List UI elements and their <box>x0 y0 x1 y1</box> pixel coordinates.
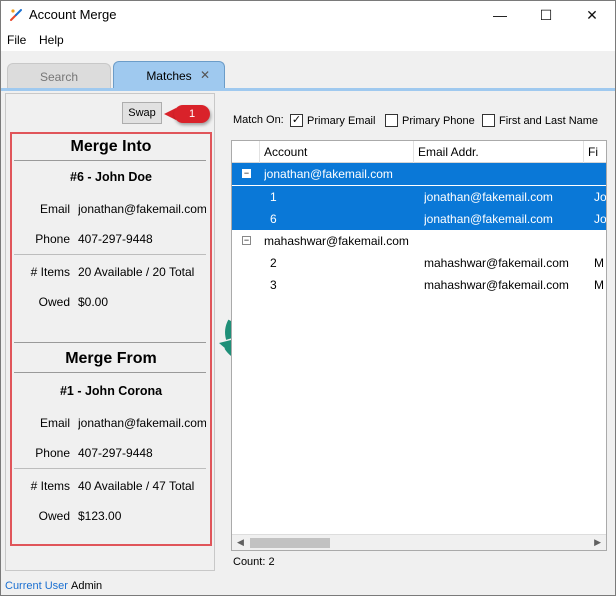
divider <box>14 468 206 469</box>
tab-strip: Search Matches ✕ <box>1 51 615 89</box>
tab-search-label: Search <box>39 69 79 84</box>
tab-matches[interactable]: Matches ✕ <box>113 61 225 89</box>
menu-bar: File Help <box>1 29 615 51</box>
window-title: Account Merge <box>29 7 117 22</box>
cell-account: 6 <box>270 212 277 226</box>
grid-header: Account Email Addr. Fi <box>232 141 606 163</box>
divider <box>14 372 206 373</box>
maximize-button[interactable]: ☐ <box>523 1 569 29</box>
cell-email: jonathan@fakemail.com <box>424 190 553 204</box>
merge-records-highlight: Merge Into #6 - John Doe Email jonathan@… <box>10 132 212 546</box>
tab-search[interactable]: Search <box>7 63 111 89</box>
match-option-primary-email[interactable]: ✓ Primary Email <box>290 114 375 127</box>
merge-from-heading: Merge From <box>65 350 157 367</box>
current-user-link[interactable]: Current User <box>5 580 68 592</box>
divider <box>14 160 206 161</box>
close-window-button[interactable]: ✕ <box>569 1 615 29</box>
tab-matches-label: Matches <box>146 68 192 83</box>
divider <box>14 254 206 255</box>
app-logo-icon <box>10 9 22 21</box>
merge-from-owed-value: $123.00 <box>78 509 122 523</box>
merge-into-email-label: Email <box>39 202 70 216</box>
table-row[interactable]: 3 mahashwar@fakemail.com M <box>232 274 606 296</box>
menu-file[interactable]: File <box>7 33 26 47</box>
checkbox-primary-email[interactable]: ✓ <box>290 114 303 127</box>
column-header-email[interactable]: Email Addr. <box>414 141 584 163</box>
collapse-icon[interactable]: − <box>242 236 251 245</box>
matches-grid[interactable]: Account Email Addr. Fi − jonathan@fakema… <box>231 140 607 551</box>
merge-into-heading: Merge Into <box>70 138 152 155</box>
scroll-thumb[interactable] <box>250 538 330 548</box>
merge-from-email-label: Email <box>39 416 70 430</box>
cell-first: Jo <box>594 190 607 204</box>
merge-from-owed-label: Owed <box>38 509 70 523</box>
match-option-primary-email-label: Primary Email <box>307 114 376 127</box>
merge-from-record-title: #1 - John Corona <box>59 384 163 398</box>
group-key: jonathan@fakemail.com <box>264 167 393 181</box>
scroll-right-icon[interactable]: ▶ <box>594 537 601 548</box>
merge-into-record-title: #6 - John Doe <box>70 170 152 184</box>
cell-first: M <box>594 278 604 292</box>
cell-account: 1 <box>270 190 277 204</box>
merge-into-items-label: # Items <box>30 265 70 279</box>
match-on-label: Match On: <box>233 114 284 126</box>
merge-from-items-value: 40 Available / 47 Total <box>78 479 195 493</box>
menu-help[interactable]: Help <box>39 33 64 47</box>
match-count: Count: 2 <box>233 556 275 568</box>
cell-first: Jo <box>594 212 607 226</box>
collapse-icon[interactable]: − <box>242 169 251 178</box>
current-user-value: Admin <box>71 580 103 592</box>
grid-header-gutter <box>232 141 260 163</box>
group-key: mahashwar@fakemail.com <box>264 234 409 248</box>
merge-from-items-label: # Items <box>30 479 70 493</box>
tab-underline <box>1 88 615 91</box>
tab-close-icon[interactable]: ✕ <box>200 68 210 82</box>
checkbox-first-last-name[interactable] <box>482 114 495 127</box>
cell-email: jonathan@fakemail.com <box>424 212 553 226</box>
cell-email: mahashwar@fakemail.com <box>424 278 569 292</box>
merge-into-items-value: 20 Available / 20 Total <box>78 265 195 279</box>
match-option-first-last-name[interactable]: First and Last Name <box>482 114 598 127</box>
minimize-button[interactable]: — <box>477 1 523 29</box>
cell-account: 3 <box>270 278 277 292</box>
merge-into-phone-value: 407-297-9448 <box>78 232 153 246</box>
column-header-first[interactable]: Fi <box>584 141 606 163</box>
table-row[interactable]: 2 mahashwar@fakemail.com M <box>232 252 606 274</box>
cell-first: M <box>594 256 604 270</box>
merge-into-phone-label: Phone <box>35 232 70 246</box>
match-option-primary-phone[interactable]: Primary Phone <box>385 114 475 127</box>
table-row[interactable]: 1 jonathan@fakemail.com Jo <box>232 186 607 208</box>
merge-from-email-value: jonathan@fakemail.com <box>78 416 206 430</box>
scroll-left-icon[interactable]: ◀ <box>237 537 244 548</box>
table-row[interactable]: 6 jonathan@fakemail.com Jo <box>232 208 607 230</box>
status-bar: Current User Admin <box>1 577 615 595</box>
group-row[interactable]: − mahashwar@fakemail.com <box>232 230 606 252</box>
section-divider <box>14 342 206 343</box>
merge-into-email-value: jonathan@fakemail.com <box>78 202 206 216</box>
merge-from-phone-label: Phone <box>35 446 70 460</box>
match-option-first-last-name-label: First and Last Name <box>499 114 599 127</box>
merge-into-owed-label: Owed <box>38 295 70 309</box>
match-option-primary-phone-label: Primary Phone <box>402 114 475 127</box>
merge-panel: Swap 1 Merge Into #6 - John Doe Email jo… <box>5 93 215 571</box>
horizontal-scrollbar[interactable]: ◀ ▶ <box>232 534 606 550</box>
cell-email: mahashwar@fakemail.com <box>424 256 569 270</box>
column-header-account[interactable]: Account <box>260 141 414 163</box>
checkbox-primary-phone[interactable] <box>385 114 398 127</box>
callout-1: 1 <box>164 105 210 123</box>
cell-account: 2 <box>270 256 277 270</box>
callout-1-number: 1 <box>174 105 210 123</box>
group-row[interactable]: − jonathan@fakemail.com <box>232 163 606 185</box>
merge-into-owed-value: $0.00 <box>78 295 109 309</box>
swap-button[interactable]: Swap <box>122 102 162 124</box>
title-bar: Account Merge — ☐ ✕ <box>1 1 615 29</box>
app-window: Account Merge — ☐ ✕ File Help Search Mat… <box>0 0 616 596</box>
merge-from-phone-value: 407-297-9448 <box>78 446 153 460</box>
